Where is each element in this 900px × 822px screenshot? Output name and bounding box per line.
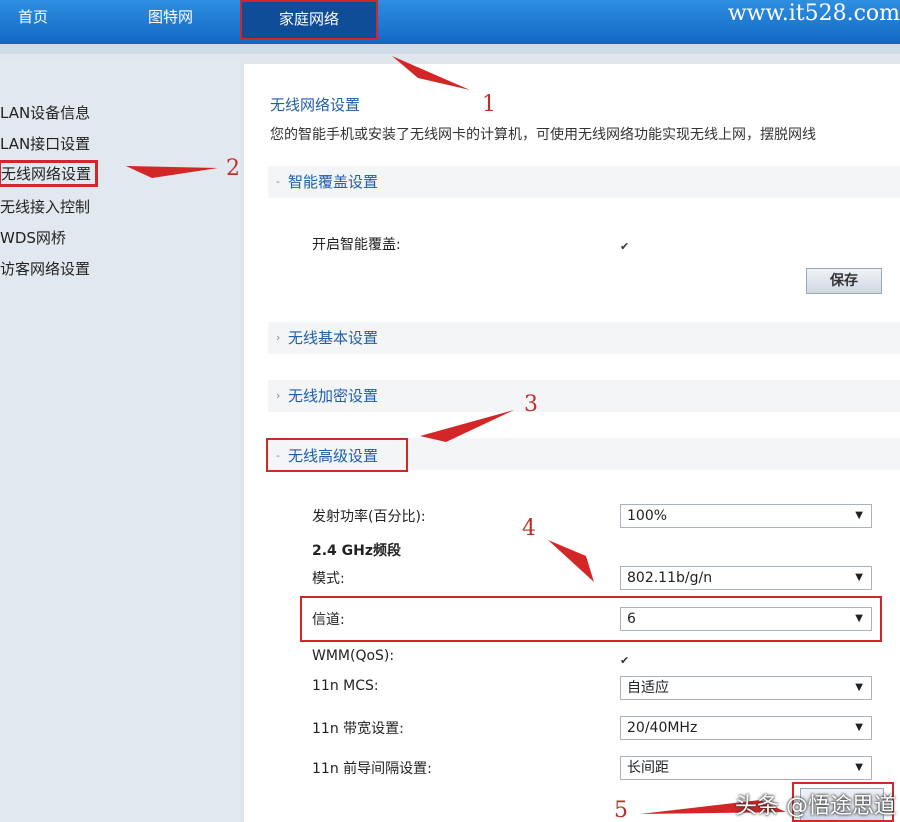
annotation-5: 5 bbox=[614, 798, 628, 822]
arrow-1-icon bbox=[392, 56, 470, 90]
annotation-arrows bbox=[126, 56, 786, 814]
arrow-4-icon bbox=[548, 540, 594, 582]
annotation-3: 3 bbox=[524, 392, 538, 417]
annotation-2: 2 bbox=[226, 156, 240, 181]
watermark: 头条 @悟途思道 bbox=[735, 794, 896, 819]
annotation-1: 1 bbox=[482, 92, 496, 117]
arrow-2-icon bbox=[126, 166, 218, 178]
annotation-4: 4 bbox=[522, 516, 536, 541]
arrow-3-icon bbox=[420, 410, 514, 442]
